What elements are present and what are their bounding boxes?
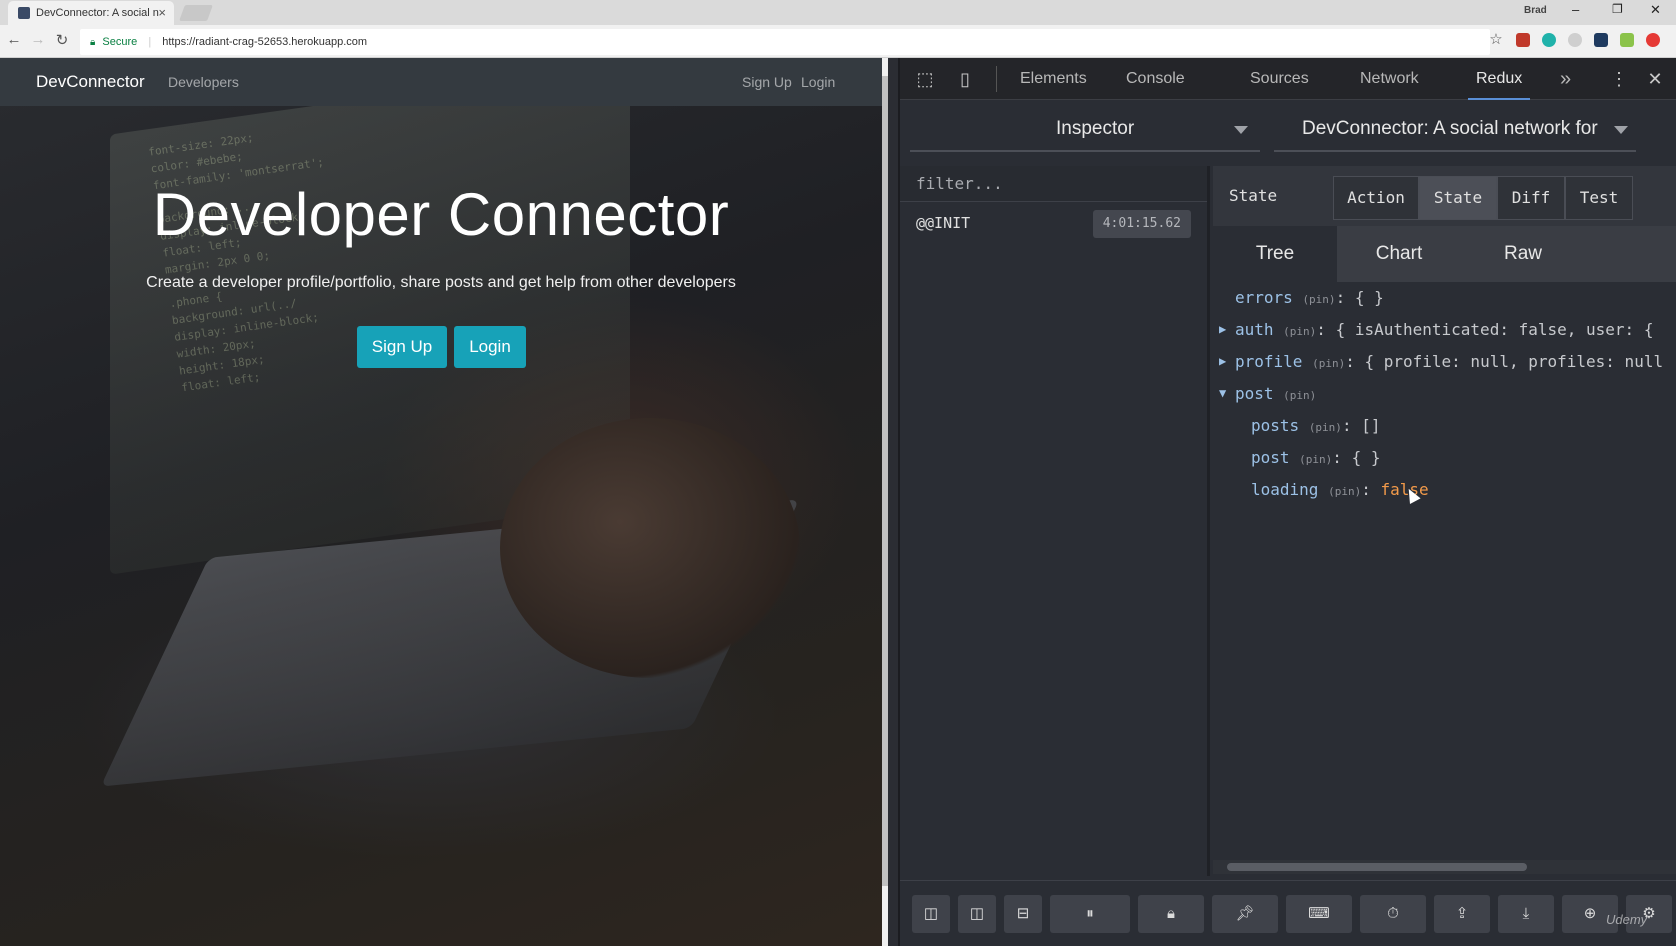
pin-icon[interactable]: 📌︎: [1212, 895, 1278, 933]
browser-chrome: DevConnector: A social n × Brad – ❐ ✕ ← …: [0, 0, 1676, 58]
expand-arrow-icon[interactable]: ▶: [1219, 322, 1226, 336]
new-tab-button[interactable]: [179, 5, 213, 21]
upload-icon[interactable]: ⇪: [1434, 895, 1490, 933]
extension-icon[interactable]: [1568, 33, 1582, 47]
profile-name[interactable]: Brad: [1524, 5, 1547, 16]
signup-button[interactable]: Sign Up: [357, 326, 447, 368]
view-tabs: Tree Chart Raw: [1213, 226, 1676, 282]
back-icon[interactable]: ←: [4, 31, 24, 48]
tab-state[interactable]: State: [1419, 176, 1497, 220]
inspector-pane: State Action State Diff Test Tree Chart …: [1213, 166, 1676, 876]
action-timestamp: 4:01:15.62: [1092, 210, 1191, 238]
layout-bottom-icon[interactable]: ⊟: [1004, 895, 1042, 933]
reload-icon[interactable]: ↻: [52, 31, 72, 49]
toolbar: ← → ↻ 🔒︎ Secure | https://radiant-crag-5…: [0, 27, 1676, 57]
tree-node[interactable]: auth (pin): { isAuthenticated: false, us…: [1235, 320, 1653, 339]
tab-tree[interactable]: Tree: [1213, 226, 1337, 282]
tab-close-icon[interactable]: ×: [158, 1, 166, 25]
pause-icon[interactable]: ⏸: [1050, 895, 1130, 933]
collapse-arrow-icon[interactable]: ▼: [1219, 386, 1226, 400]
tab-redux[interactable]: Redux: [1468, 58, 1531, 100]
site-navbar: DevConnector Developers Sign Up Login: [0, 58, 888, 106]
filter-input[interactable]: filter...: [900, 166, 1207, 202]
nav-signup-link[interactable]: Sign Up: [742, 74, 792, 90]
tab-action[interactable]: Action: [1333, 176, 1419, 220]
instance-select-value: DevConnector: A social network for: [1302, 118, 1598, 139]
udemy-watermark: Udemy: [1606, 912, 1648, 927]
action-list-pane: filter... @@INIT 4:01:15.62: [900, 166, 1210, 876]
lock-icon[interactable]: 🔒︎: [1138, 895, 1204, 933]
extension-icon[interactable]: [1594, 33, 1608, 47]
extension-icon[interactable]: [1516, 33, 1530, 47]
tab-diff[interactable]: Diff: [1497, 176, 1565, 220]
more-tabs-icon[interactable]: »: [1560, 58, 1571, 100]
devtools-menu-icon[interactable]: ⋮: [1608, 68, 1630, 90]
tab-strip: DevConnector: A social n × Brad – ❐ ✕: [0, 0, 1676, 25]
redux-toolbar: Inspector DevConnector: A social network…: [910, 106, 1670, 156]
action-list-item[interactable]: @@INIT 4:01:15.62: [900, 204, 1207, 244]
monitor-select[interactable]: Inspector: [910, 106, 1260, 152]
devtools-close-icon[interactable]: ✕: [1644, 68, 1666, 90]
hero-subtitle: Create a developer profile/portfolio, sh…: [146, 274, 736, 291]
lock-icon: 🔒︎: [90, 37, 96, 48]
chevron-down-icon: [1234, 126, 1248, 134]
scrollbar-thumb[interactable]: [1227, 863, 1527, 871]
browser-tab[interactable]: DevConnector: A social n ×: [8, 1, 174, 25]
devtools-tabbar: ⬚ ▯ Elements Console Sources Network Red…: [900, 58, 1676, 100]
keyboard-icon[interactable]: ⌨: [1286, 895, 1352, 933]
layout-right-icon[interactable]: ◫: [958, 895, 996, 933]
tab-raw[interactable]: Raw: [1461, 226, 1676, 282]
tab-sources[interactable]: Sources: [1250, 58, 1309, 100]
browser-tab-title: DevConnector: A social n: [36, 7, 159, 19]
tab-chart[interactable]: Chart: [1337, 226, 1461, 282]
chevron-down-icon: [1614, 126, 1628, 134]
extension-icon[interactable]: [1620, 33, 1634, 47]
extension-icon[interactable]: [1542, 33, 1556, 47]
tree-node[interactable]: posts (pin): []: [1251, 416, 1380, 435]
instance-select[interactable]: DevConnector: A social network for: [1274, 106, 1636, 152]
window-close-button[interactable]: ✕: [1650, 2, 1661, 18]
hand-image: [500, 418, 800, 678]
tree-node[interactable]: loading (pin): false: [1251, 480, 1429, 499]
scrollbar-thumb[interactable]: [882, 76, 888, 886]
minimize-button[interactable]: –: [1572, 2, 1579, 17]
action-name: @@INIT: [916, 214, 971, 232]
favicon-icon: [18, 7, 30, 19]
tree-node[interactable]: post (pin): { }: [1251, 448, 1380, 467]
inspector-header: State Action State Diff Test: [1213, 166, 1676, 226]
timer-icon[interactable]: ⏱: [1360, 895, 1426, 933]
monitor-select-value: Inspector: [1056, 118, 1135, 139]
nav-developers-link[interactable]: Developers: [168, 74, 239, 90]
layout-left-icon[interactable]: ◫: [912, 895, 950, 933]
brand-link[interactable]: DevConnector: [36, 72, 145, 92]
webpage: font-size: 22px; color: #ebebe; font-fam…: [0, 58, 888, 946]
hero-title: Developer Connector: [152, 181, 730, 248]
address-bar[interactable]: 🔒︎ Secure | https://radiant-crag-52653.h…: [80, 29, 1490, 55]
tab-elements[interactable]: Elements: [1020, 58, 1087, 100]
url-text: https://radiant-crag-52653.herokuapp.com: [162, 36, 368, 48]
forward-icon[interactable]: →: [28, 31, 48, 48]
secure-label: Secure: [102, 36, 138, 48]
login-button[interactable]: Login: [454, 326, 526, 368]
nav-login-link[interactable]: Login: [801, 74, 835, 90]
tab-console[interactable]: Console: [1126, 58, 1185, 100]
download-icon[interactable]: ⤓: [1498, 895, 1554, 933]
bookmark-star-icon[interactable]: ☆: [1486, 30, 1506, 48]
inspector-title: State: [1229, 186, 1278, 205]
extension-icon[interactable]: [1646, 33, 1660, 47]
devtools-panel: ⬚ ▯ Elements Console Sources Network Red…: [898, 58, 1676, 946]
tree-node[interactable]: profile (pin): { profile: null, profiles…: [1235, 352, 1663, 371]
inspect-element-icon[interactable]: ⬚: [914, 68, 936, 90]
device-toolbar-icon[interactable]: ▯: [954, 68, 976, 90]
tab-test[interactable]: Test: [1565, 176, 1633, 220]
expand-arrow-icon[interactable]: ▶: [1219, 354, 1226, 368]
redux-bottom-toolbar: ◫ ◫ ⊟ ⏸ 🔒︎ 📌︎ ⌨ ⏱ ⇪ ⤓ ⊕ ⚙: [900, 880, 1676, 946]
restore-button[interactable]: ❐: [1612, 2, 1623, 16]
horizontal-scrollbar[interactable]: [1213, 860, 1676, 874]
tree-node[interactable]: errors (pin): { }: [1235, 288, 1384, 307]
tab-network[interactable]: Network: [1360, 58, 1419, 100]
tree-node[interactable]: post (pin): [1235, 384, 1316, 403]
page-scrollbar[interactable]: [882, 58, 888, 946]
